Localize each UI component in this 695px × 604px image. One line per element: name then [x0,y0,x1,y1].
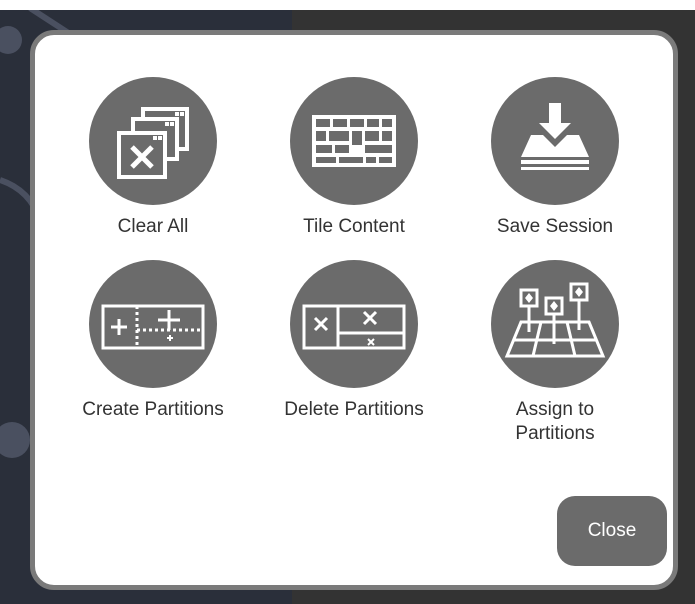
clear-all-label: Clear All [117,216,189,237]
assign-partitions-icon [491,260,619,388]
tile-content-label: Tile Content [303,216,405,237]
create-partitions-button[interactable]: Create Partitions [58,260,248,422]
assign-to-partitions-label: Assign to Partitions [515,399,595,444]
tile-content-icon [290,77,418,205]
delete-partitions-label: Delete Partitions [284,399,424,420]
tile-content-button[interactable]: Tile Content [259,77,449,239]
delete-partitions-icon [290,260,418,388]
session-actions-dialog: Clear All Tile Content Save Session Crea… [30,30,678,590]
create-partitions-icon [89,260,217,388]
clear-all-icon [89,77,217,205]
create-partitions-label: Create Partitions [82,399,224,420]
assign-to-partitions-button[interactable]: Assign to Partitions [460,260,650,446]
close-button[interactable]: Close [557,496,667,566]
clear-all-button[interactable]: Clear All [58,77,248,239]
save-session-button[interactable]: Save Session [460,77,650,239]
save-session-label: Save Session [496,216,614,237]
delete-partitions-button[interactable]: Delete Partitions [259,260,449,422]
save-session-icon [491,77,619,205]
top-strip [0,0,695,10]
